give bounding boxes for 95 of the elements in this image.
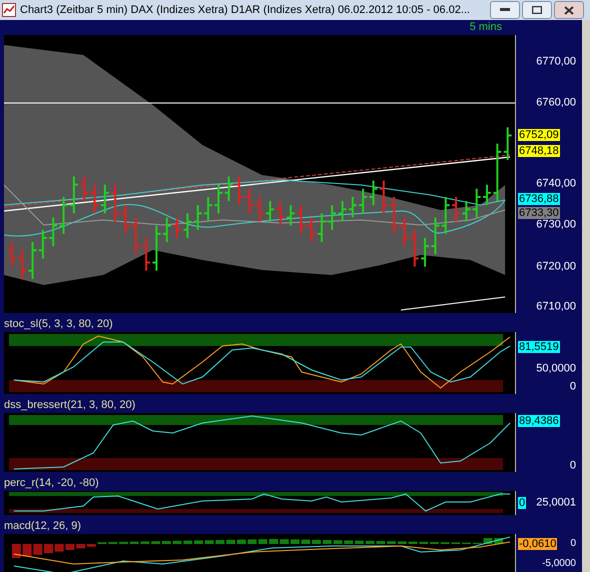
chart-app-icon [2, 3, 16, 17]
price-bar [483, 184, 491, 206]
price-bar [90, 184, 99, 214]
price-bar [111, 184, 120, 222]
price-bar [184, 213, 192, 238]
price-bar [132, 217, 140, 254]
axis-label: 6710,00 [536, 302, 576, 312]
price-bar [462, 201, 470, 222]
histogram-bar [33, 544, 42, 555]
histogram-bar [22, 544, 32, 556]
histogram-bar [140, 541, 150, 544]
indicator-title: perc_r(14, -20, -80) [4, 478, 99, 489]
value-tag: 89,4386 [518, 415, 560, 427]
price-bar [504, 127, 512, 160]
histogram-bar [312, 540, 321, 544]
price-bar [100, 184, 109, 214]
price-bar [235, 176, 244, 206]
axis-label: -5,0000 [542, 559, 576, 569]
price-bar [276, 201, 284, 226]
histogram-bar [387, 541, 396, 544]
timeframe-label: 5 mins [470, 22, 502, 33]
axis-label: 0 [570, 539, 576, 549]
axis-label: 6770,00 [536, 56, 576, 68]
price-bar [142, 238, 150, 271]
price-bar [442, 196, 450, 234]
histogram-bar [290, 539, 300, 544]
maximize-icon [532, 6, 542, 14]
price-bar [18, 250, 26, 279]
value-tag: 6733,30 [518, 207, 560, 219]
price-bar [246, 188, 254, 214]
histogram-bar [301, 540, 310, 544]
price-bar [472, 188, 481, 218]
price-bar [49, 217, 58, 246]
price-bar [431, 217, 440, 254]
axis-label: 50,0000 [536, 364, 576, 374]
price-bar [266, 201, 274, 222]
price-bar [28, 242, 37, 279]
axis-label: 25,0001 [536, 498, 576, 508]
price-bar [204, 196, 212, 222]
value-tag: 6736,88 [518, 193, 560, 205]
axis-label: 0 [570, 460, 576, 472]
histogram-bar [216, 540, 224, 544]
price-bar [359, 188, 368, 214]
price-bar [286, 205, 295, 226]
histogram-bar [66, 544, 74, 550]
price-bar [162, 217, 171, 242]
histogram-bar [12, 544, 21, 558]
price-bar [452, 196, 460, 222]
axis-label: 6740,00 [536, 178, 576, 190]
price-bar [400, 217, 408, 246]
minimize-icon [500, 8, 510, 12]
price-bar [194, 205, 202, 230]
price-bar [122, 205, 130, 234]
axis-label: 6720,00 [536, 262, 576, 272]
price-bar [410, 230, 419, 267]
price-bar [421, 238, 429, 267]
axis-label: 6760,00 [536, 98, 576, 108]
price-bar [338, 201, 346, 222]
price-bar [80, 176, 88, 202]
price-bar [8, 242, 16, 267]
price-bar [152, 226, 160, 271]
maximize-button[interactable] [522, 1, 552, 19]
close-button[interactable] [554, 1, 584, 19]
price-bar [318, 213, 326, 242]
value-tag: 6752,09 [518, 129, 560, 141]
minimize-button[interactable] [490, 1, 520, 19]
window-title: Chart3 (Zeitbar 5 min) DAX (Indizes Xetra) D1AR (Indizes Xetra) 06.02.2012 10:05 - 06.02... [20, 2, 471, 18]
histogram-bar [366, 540, 374, 544]
price-bar [493, 144, 502, 202]
price-bar [369, 180, 378, 206]
price-bar [224, 176, 233, 202]
axis-label: 0 [570, 382, 576, 392]
indicator-title: macd(12, 26, 9) [4, 521, 82, 532]
price-bar [256, 196, 264, 222]
histogram-bar [44, 544, 54, 554]
indicator-title: stoc_sl(5, 3, 3, 80, 20) [4, 319, 113, 330]
price-bar [380, 180, 388, 214]
value-tag: -0,0610 [518, 538, 558, 550]
price-bar [60, 196, 68, 234]
price-bar [173, 217, 182, 238]
price-bar [38, 230, 47, 258]
price-bar [307, 217, 316, 242]
axis-label: 6730,00 [536, 220, 576, 230]
value-tag: 6748,18 [518, 145, 560, 157]
price-bar [297, 205, 306, 234]
histogram-bar [376, 541, 386, 544]
price-bar [328, 205, 336, 230]
price-bar [214, 184, 222, 214]
price-bar [348, 196, 357, 218]
price-bar [70, 176, 78, 214]
indicator-title: dss_bressert(21, 3, 80, 20) [4, 400, 136, 411]
close-icon [564, 6, 574, 14]
value-tag: 0 [518, 497, 526, 509]
value-tag: 81,5519 [518, 341, 560, 353]
price-bar [390, 196, 398, 234]
